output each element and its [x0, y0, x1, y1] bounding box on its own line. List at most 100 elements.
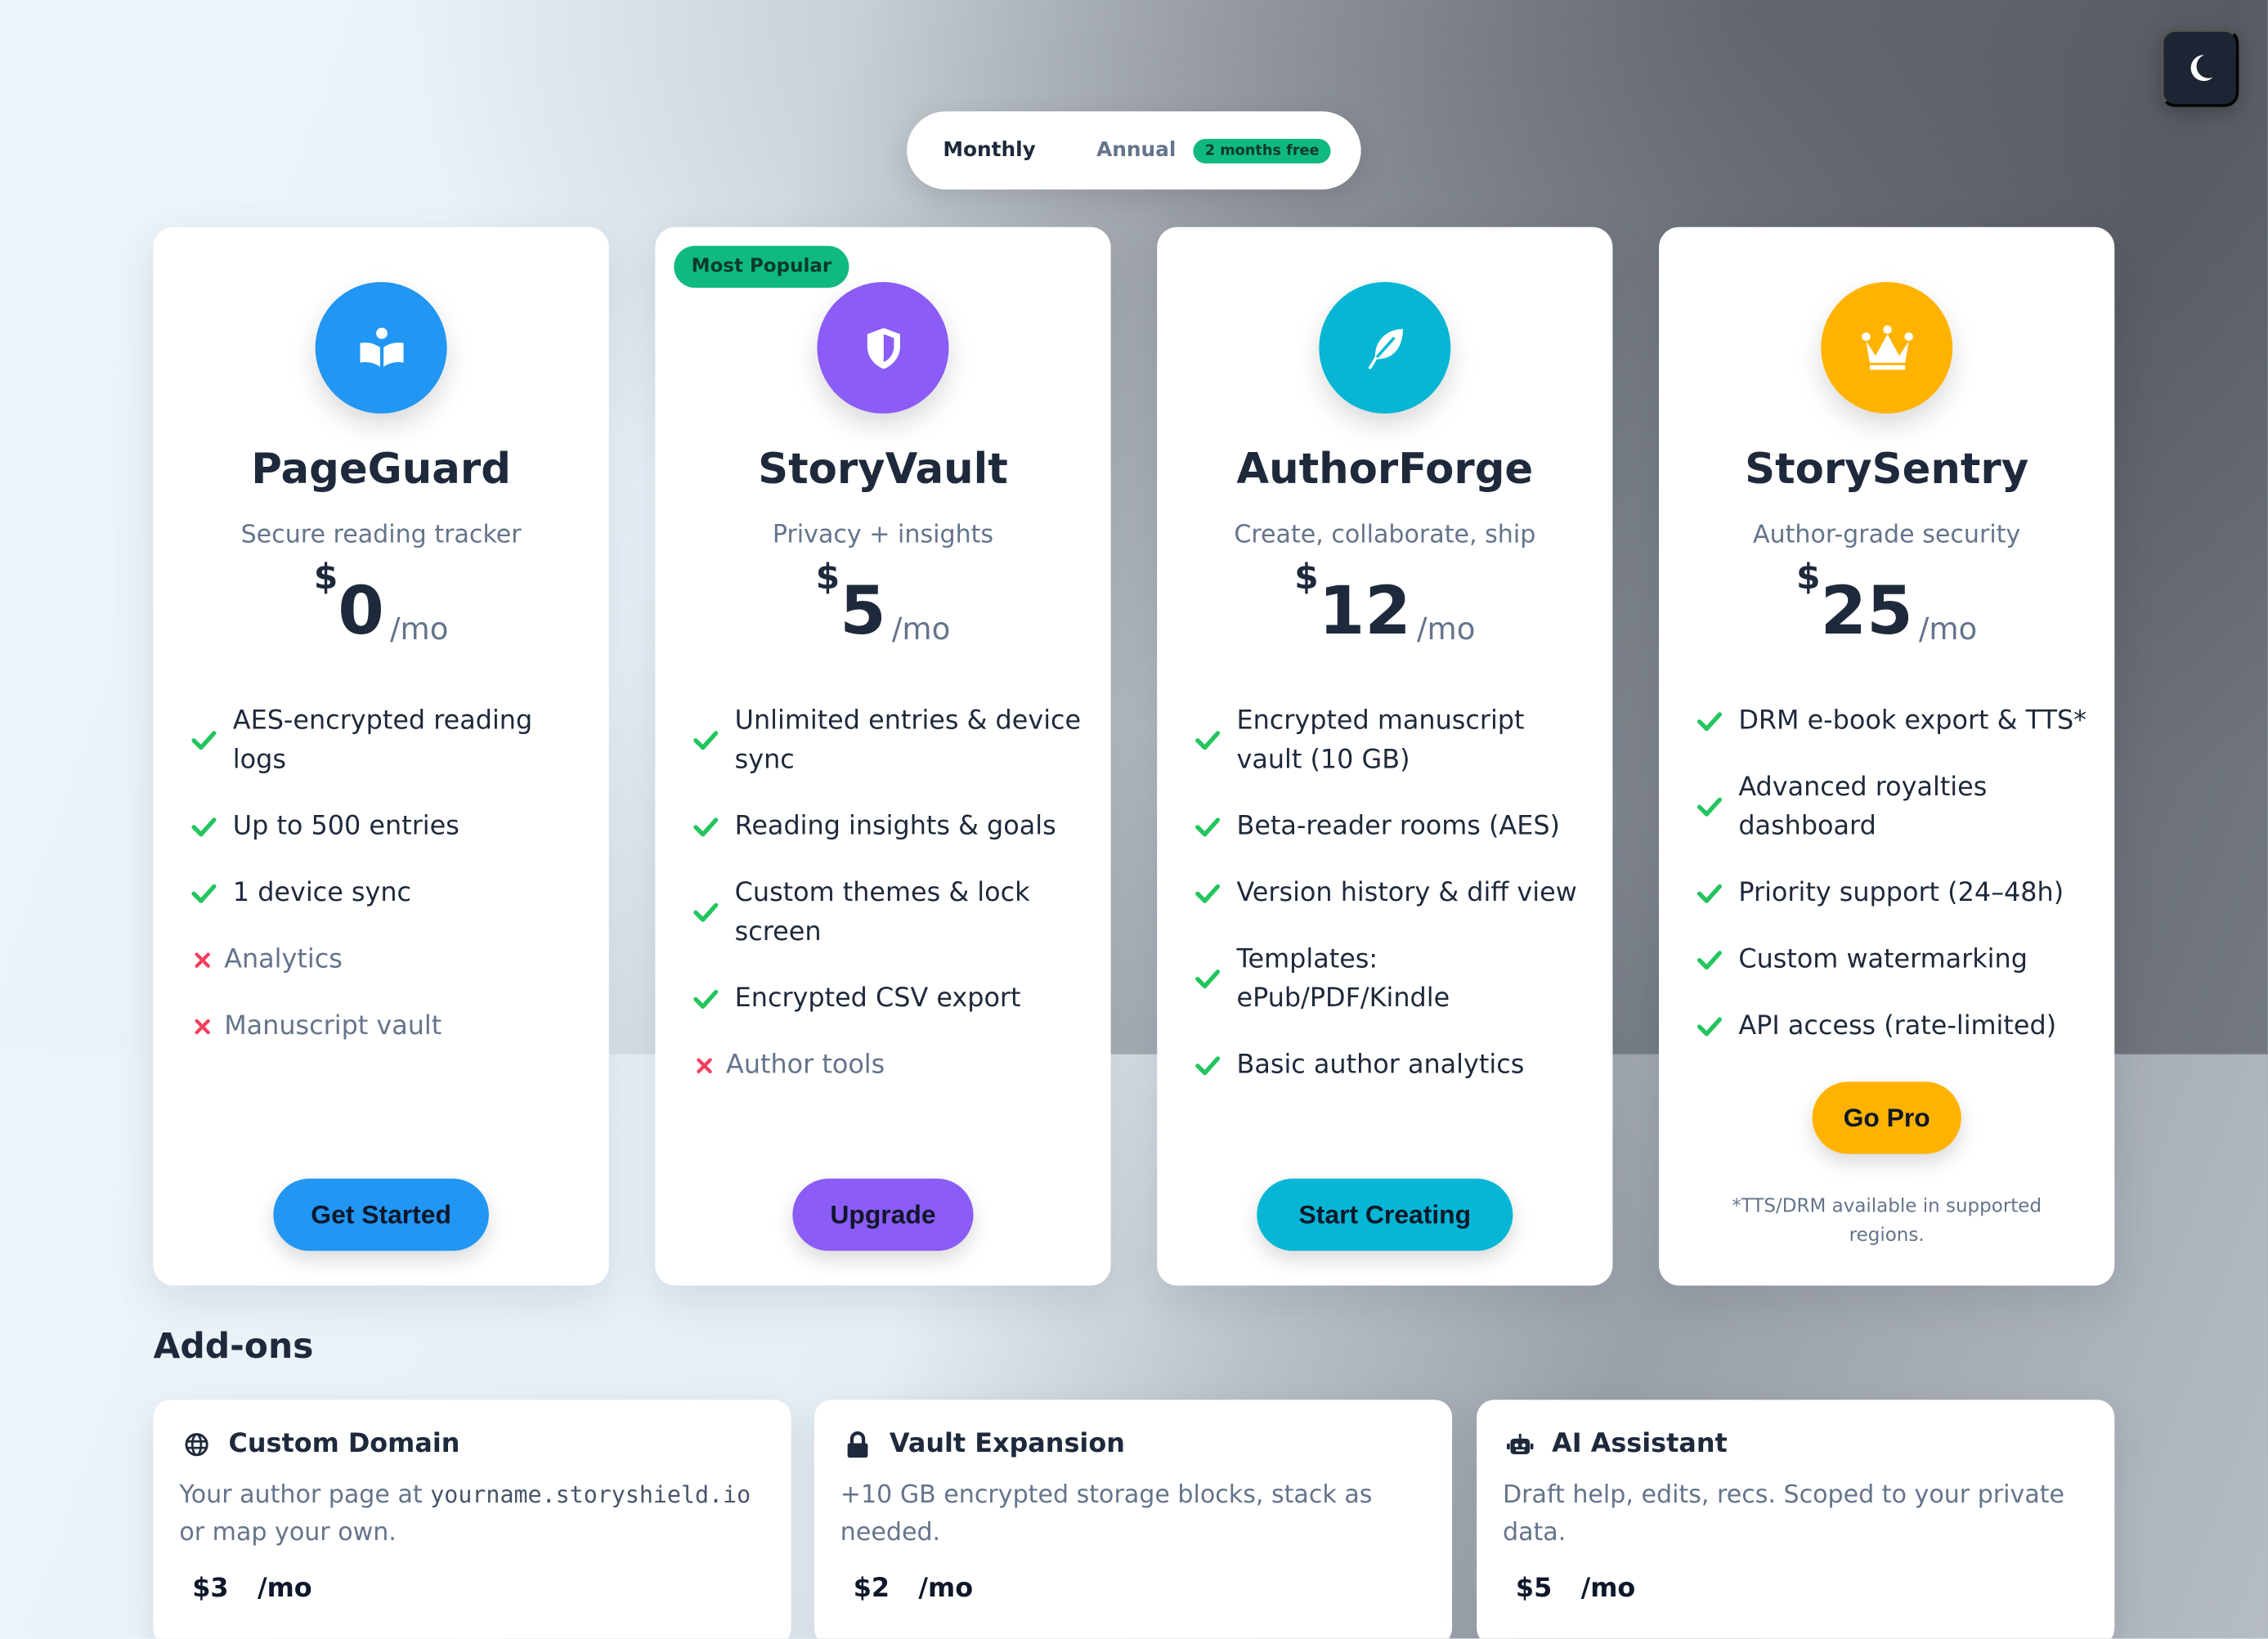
feature-text: Encrypted manuscript vault (10 GB) — [1236, 705, 1525, 776]
feature-list: Encrypted manuscript vault (10 GB) Beta-… — [1193, 701, 1590, 1112]
addon-description: Draft help, edits, recs. Scoped to your … — [1502, 1480, 2065, 1547]
feature-text: Advanced royalties dashboard — [1738, 772, 1988, 842]
billing-monthly-option[interactable]: Monthly — [943, 139, 1035, 162]
price-period: /mo — [1417, 611, 1476, 647]
feature-item: Reading insights & goals — [692, 807, 1089, 846]
price-period: /mo — [891, 611, 951, 647]
check-icon — [1695, 949, 1723, 970]
plan-tagline: Privacy + insights — [772, 520, 994, 550]
feature-text: Up to 500 entries — [232, 811, 459, 842]
plan-card-storyvault: Most Popular StoryVault Privacy + insigh… — [655, 226, 1111, 1286]
feature-item: Advanced royalties dashboard — [1695, 768, 2092, 846]
plan-icon-circle — [315, 281, 447, 414]
globe-icon — [182, 1431, 211, 1457]
feature-item-excluded: Manuscript vault — [190, 1006, 587, 1046]
feature-item-excluded: Author tools — [692, 1046, 1089, 1085]
plan-name: StorySentry — [1745, 444, 2029, 494]
feature-item: Priority support (24–48h) — [1695, 873, 2092, 912]
addon-price-amount: $2 — [853, 1573, 890, 1604]
upgrade-button[interactable]: Upgrade — [792, 1178, 974, 1252]
feature-text: DRM e-book export & TTS* — [1738, 705, 2087, 737]
feature-item-excluded: Analytics — [190, 940, 587, 979]
feature-text: 1 device sync — [232, 877, 412, 908]
addon-desc-text: Your author page at — [179, 1480, 431, 1510]
plan-price: $ 25 /mo — [1659, 557, 2114, 647]
check-icon — [1193, 817, 1221, 837]
price-period: /mo — [390, 611, 449, 647]
feature-text: Beta-reader rooms (AES) — [1236, 811, 1560, 842]
addon-title: AI Assistant — [1506, 1429, 1728, 1459]
addon-desc-text: or map your own. — [179, 1518, 397, 1547]
price-amount: 12 — [1318, 571, 1411, 650]
check-icon — [190, 730, 218, 750]
feature-text: Custom themes & lock screen — [734, 877, 1030, 947]
check-icon — [1193, 883, 1221, 903]
plan-tagline: Author-grade security — [1753, 520, 2021, 550]
get-started-button[interactable]: Get Started — [273, 1178, 489, 1252]
addon-domain-code: yourname.storyshield.io — [430, 1480, 751, 1509]
addon-title: Vault Expansion — [843, 1429, 1125, 1459]
moon-icon — [2190, 55, 2213, 82]
price-amount: 25 — [1820, 571, 1913, 650]
feature-item: Templates: ePub/PDF/Kindle — [1193, 940, 1590, 1019]
pricing-page: Monthly Annual 2 months free PageGuard S… — [0, 0, 2268, 1639]
price-currency: $ — [1795, 557, 1821, 598]
plan-price: $ 5 /mo — [655, 557, 1110, 647]
feature-text: Priority support (24–48h) — [1738, 877, 2064, 908]
plan-icon-circle — [817, 281, 949, 414]
plan-name: PageGuard — [251, 444, 511, 494]
check-icon — [692, 902, 720, 923]
price-currency: $ — [815, 557, 840, 598]
plan-tagline: Create, collaborate, ship — [1234, 520, 1536, 550]
billing-annual-option[interactable]: Annual — [1096, 139, 1176, 162]
annual-discount-badge: 2 months free — [1193, 137, 1331, 163]
check-icon — [692, 730, 720, 750]
plan-card-pageguard: PageGuard Secure reading tracker $ 0 /mo… — [153, 226, 609, 1286]
feature-item: Unlimited entries & device sync — [692, 701, 1089, 780]
plan-tagline: Secure reading tracker — [240, 520, 522, 550]
plan-name: AuthorForge — [1236, 444, 1534, 494]
feature-list: Unlimited entries & device sync Reading … — [692, 701, 1089, 1112]
price-period: /mo — [1918, 611, 1978, 647]
addon-price-period: /mo — [918, 1573, 974, 1604]
theme-toggle-button[interactable] — [2160, 29, 2239, 107]
plan-price: $ 12 /mo — [1157, 557, 1612, 647]
addon-description: +10 GB encrypted storage blocks, stack a… — [840, 1480, 1373, 1547]
plan-icon-circle — [1319, 281, 1451, 414]
feature-text: API access (rate-limited) — [1738, 1010, 2057, 1041]
addon-description: Your author page at yourname.storyshield… — [179, 1476, 772, 1552]
check-icon — [1695, 710, 1723, 731]
plan-card-storysentry: StorySentry Author-grade security $ 25 /… — [1659, 226, 2115, 1286]
check-icon — [1695, 883, 1723, 903]
check-icon — [1695, 797, 1723, 817]
feature-text: Analytics — [224, 944, 343, 975]
feature-item: Beta-reader rooms (AES) — [1193, 807, 1590, 846]
go-pro-button[interactable]: Go Pro — [1812, 1081, 1961, 1154]
feature-item: Up to 500 entries — [190, 807, 587, 846]
addon-price-amount: $5 — [1515, 1573, 1553, 1604]
addon-card-custom-domain: Custom Domain Your author page at yourna… — [153, 1399, 791, 1639]
feature-item: API access (rate-limited) — [1695, 1006, 2092, 1046]
addon-price: $2/mo — [854, 1574, 973, 1604]
availability-note: *TTS/DRM available in supported regions. — [1732, 1195, 2042, 1247]
crown-icon — [1861, 325, 1912, 369]
feature-item: Basic author analytics — [1193, 1046, 1590, 1085]
robot-icon — [1506, 1431, 1535, 1457]
check-icon — [692, 988, 720, 1009]
check-icon — [1193, 1055, 1221, 1075]
plan-price: $ 0 /mo — [154, 557, 609, 647]
billing-toggle: Monthly Annual 2 months free — [907, 111, 1361, 190]
feature-item: Custom watermarking — [1695, 940, 2092, 979]
addon-price: $3/mo — [192, 1574, 312, 1604]
start-creating-button[interactable]: Start Creating — [1257, 1178, 1513, 1252]
addon-price: $5/mo — [1516, 1574, 1635, 1604]
plan-card-authorforge: AuthorForge Create, collaborate, ship $ … — [1157, 226, 1613, 1286]
feature-text: Custom watermarking — [1738, 944, 2028, 975]
feature-text: Version history & diff view — [1236, 877, 1577, 908]
feature-list: AES-encrypted reading logs Up to 500 ent… — [190, 701, 587, 1073]
check-icon — [1193, 969, 1221, 989]
feature-item: 1 device sync — [190, 873, 587, 912]
x-icon — [190, 951, 216, 968]
feature-text: Manuscript vault — [224, 1010, 442, 1041]
check-icon — [1695, 1016, 1723, 1037]
